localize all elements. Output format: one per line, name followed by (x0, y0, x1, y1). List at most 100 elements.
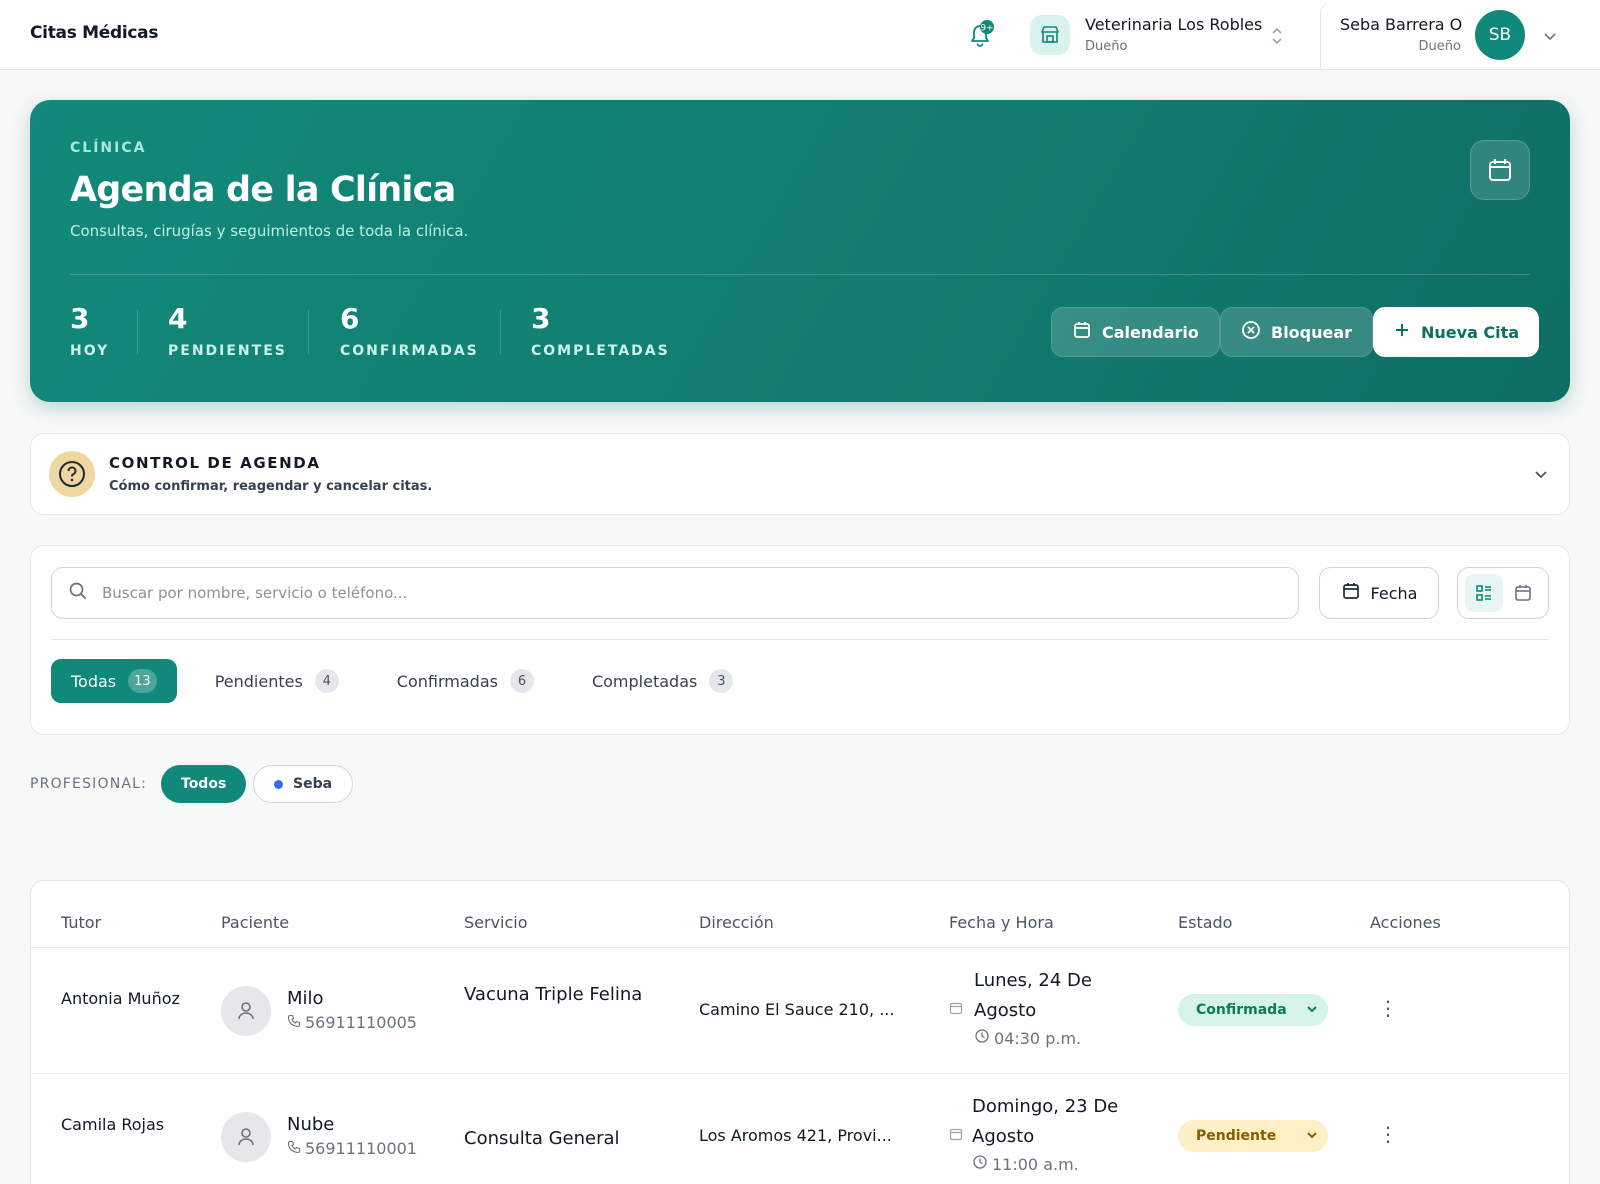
appointment-date: Lunes, 24 De Agosto (974, 970, 1092, 1021)
tab-label: Confirmadas (396, 671, 498, 691)
phone-number: 56911110001 (305, 1139, 417, 1158)
tab-completed[interactable]: Completadas 3 (572, 659, 753, 703)
user-menu[interactable] (1320, 0, 1600, 69)
date-icon (949, 1126, 963, 1145)
help-question-icon (49, 451, 95, 497)
user-name[interactable]: Seba Barrera O (1340, 15, 1462, 34)
column-header-status[interactable]: Estado (1178, 913, 1232, 932)
patient-avatar-icon (221, 1112, 271, 1162)
professional-chip-all[interactable]: Todos (161, 765, 247, 803)
tab-count: 13 (128, 669, 157, 693)
page-title: Agenda de la Clínica (70, 170, 456, 210)
column-header-actions: Acciones (1370, 913, 1441, 932)
agenda-help-card[interactable]: CONTROL DE AGENDA Cómo confirmar, reagen… (30, 433, 1570, 515)
tab-count: 4 (314, 669, 339, 693)
clock-icon (974, 1028, 990, 1048)
clinic-name[interactable]: Veterinaria Los Robles (1085, 15, 1262, 34)
stat-value: 3 (531, 302, 551, 335)
hero-divider (70, 274, 1530, 275)
chevron-down-icon (1306, 1128, 1318, 1144)
stat-label: COMPLETADAS (531, 343, 670, 359)
clinic-store-icon[interactable] (1030, 15, 1070, 55)
phone-number: 56911110005 (305, 1013, 417, 1032)
tab-confirmed[interactable]: Confirmadas 6 (377, 659, 554, 703)
tab-all[interactable]: Todas 13 (51, 659, 177, 703)
app-brand: Citas Médicas (30, 23, 159, 43)
new-appointment-button[interactable]: Nueva Cita (1373, 307, 1540, 357)
appointments-table: Tutor Paciente Servicio Dirección Fecha … (30, 880, 1570, 1184)
tab-label: Pendientes (214, 671, 303, 691)
appointment-time: 11:00 a.m. (972, 1154, 1079, 1174)
user-avatar[interactable]: SB (1475, 10, 1525, 60)
tab-pending[interactable]: Pendientes 4 (195, 659, 359, 703)
more-actions-icon[interactable]: ⋮ (1376, 996, 1400, 1020)
status-value: Confirmada (1196, 1002, 1287, 1018)
stat-label: HOY (70, 343, 110, 359)
status-select[interactable]: Confirmada (1178, 994, 1328, 1026)
block-button-label: Bloquear (1271, 322, 1353, 342)
tab-label: Completadas (591, 671, 698, 691)
stat-divider (500, 310, 501, 354)
stat-divider (308, 310, 309, 354)
list-view-icon[interactable] (1464, 574, 1503, 612)
clinic-switch-chevrons-icon[interactable] (1270, 26, 1284, 50)
svg-text:9+: 9+ (980, 24, 993, 34)
patient-name: Nube (287, 1114, 335, 1135)
help-title: CONTROL DE AGENDA (109, 454, 321, 472)
search-input[interactable] (102, 584, 1252, 602)
status-value: Pendiente (1196, 1128, 1277, 1144)
block-button[interactable]: Bloquear (1220, 307, 1374, 357)
calendar-icon (1341, 581, 1361, 605)
column-header-patient[interactable]: Paciente (221, 913, 289, 932)
stat-divider (137, 310, 138, 354)
hero-kicker: CLÍNICA (70, 140, 147, 156)
chevron-down-icon[interactable] (1533, 466, 1549, 485)
phone-icon (287, 1013, 301, 1032)
service-name: Vacuna Triple Felina (464, 984, 643, 1005)
plus-icon (1393, 321, 1411, 343)
agenda-hero: CLÍNICA Agenda de la Clínica Consultas, … (30, 100, 1570, 402)
date-filter-label: Fecha (1370, 583, 1418, 603)
search-box[interactable] (51, 567, 1299, 619)
clinic-role: Dueño (1085, 39, 1128, 54)
address: Camino El Sauce 210, ... (699, 1000, 895, 1019)
stat-label: CONFIRMADAS (340, 343, 479, 359)
tutor-name: Camila Rojas (61, 1115, 165, 1134)
professional-chip-seba[interactable]: Seba (253, 765, 354, 803)
column-header-datetime[interactable]: Fecha y Hora (949, 913, 1054, 932)
chevron-down-icon[interactable] (1542, 28, 1558, 47)
patient-name: Milo (287, 988, 324, 1009)
tab-label: Todas (71, 671, 117, 691)
calendar-icon (1072, 320, 1092, 344)
table-row[interactable]: Camila Rojas Nube 56911110001 Consulta G… (31, 1074, 1569, 1184)
patient-info: Milo 56911110005 (287, 988, 417, 1032)
calendar-icon[interactable] (1470, 140, 1530, 200)
user-role: Dueño (1418, 39, 1461, 54)
time-value: 04:30 p.m. (994, 1028, 1082, 1048)
patient-avatar-icon (221, 986, 271, 1036)
column-header-service[interactable]: Servicio (464, 913, 528, 932)
view-toggle (1457, 567, 1549, 619)
stat-value: 4 (168, 302, 188, 335)
column-header-tutor[interactable]: Tutor (61, 913, 101, 932)
calendar-view-icon[interactable] (1504, 574, 1542, 612)
patient-phone: 56911110005 (287, 1013, 417, 1032)
phone-icon (287, 1139, 301, 1158)
column-header-address[interactable]: Dirección (699, 913, 774, 932)
tab-count: 3 (709, 669, 734, 693)
date-filter-button[interactable]: Fecha (1319, 567, 1439, 619)
stat-confirmed: 6 CONFIRMADAS (340, 302, 479, 359)
table-row[interactable]: Antonia Muñoz Milo 56911110005 Vacuna Tr… (31, 948, 1569, 1074)
appointment-date: Domingo, 23 De Agosto (972, 1096, 1119, 1147)
more-actions-icon[interactable]: ⋮ (1376, 1122, 1400, 1146)
new-appointment-label: Nueva Cita (1421, 322, 1520, 342)
calendar-button[interactable]: Calendario (1051, 307, 1220, 357)
stat-value: 3 (70, 302, 90, 335)
professional-label: PROFESIONAL: (30, 776, 148, 792)
date-icon (949, 1000, 963, 1019)
tab-count: 6 (509, 669, 534, 693)
search-icon (68, 581, 88, 605)
stat-pending: 4 PENDIENTES (168, 302, 287, 359)
status-select[interactable]: Pendiente (1178, 1120, 1328, 1152)
notifications-bell-icon[interactable]: 9+ (963, 18, 997, 52)
